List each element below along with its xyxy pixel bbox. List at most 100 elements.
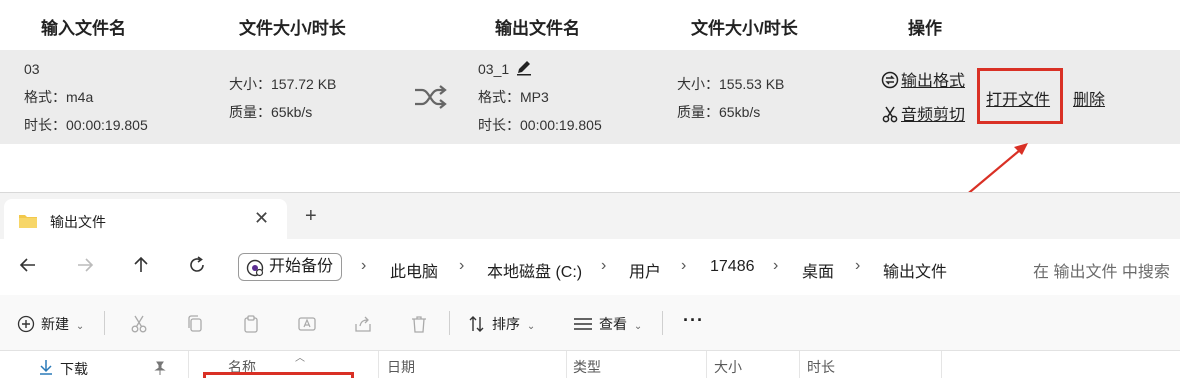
column-header-size[interactable]: 大小	[714, 357, 742, 377]
search-placeholder: 在 输出文件 中搜索	[1033, 264, 1170, 281]
file-explorer-window: 输出文件 ✕ + 开始备份 › 此电脑 › 本地磁盘 (C:) › 用户 › 1…	[0, 192, 1180, 378]
download-icon	[40, 360, 52, 375]
column-separator[interactable]	[941, 351, 942, 378]
chevron-down-icon: ⌄	[526, 321, 536, 332]
column-header-date[interactable]: 日期	[387, 357, 415, 377]
cut-icon[interactable]	[129, 314, 149, 334]
new-button[interactable]: 新建 ⌄	[17, 314, 84, 334]
scissors-icon	[882, 106, 898, 123]
output-format-button[interactable]: 输出格式	[881, 67, 965, 91]
audio-cut-label: 音频剪切	[901, 107, 966, 124]
chevron-right-icon: ›	[681, 257, 687, 274]
converter-app: 输入文件名 文件大小/时长 输出文件名 文件大小/时长 操作 03 格式：m4a…	[0, 0, 1180, 208]
address-bar[interactable]: 开始备份 › 此电脑 › 本地磁盘 (C:) › 用户 › 17486 › 桌面…	[232, 247, 1007, 285]
refresh-icon[interactable]	[187, 255, 207, 275]
input-file-format: 格式：m4a	[24, 89, 94, 105]
input-file-duration: 时长：00:00:19.805	[24, 117, 148, 133]
navigation-bar: 开始备份 › 此电脑 › 本地磁盘 (C:) › 用户 › 17486 › 桌面…	[0, 239, 1180, 295]
output-file-duration: 时长：00:00:19.805	[478, 117, 602, 133]
toolbar-separator	[662, 311, 663, 335]
output-file-format: 格式：MP3	[478, 89, 549, 105]
rename-icon[interactable]	[297, 314, 317, 334]
output-file-name: 03_1	[478, 61, 510, 77]
pane-divider	[188, 351, 189, 378]
toolbar-separator	[104, 311, 105, 335]
navigation-pane: 下载	[0, 351, 188, 378]
output-file-cell: 03_1 格式：MP3 时长：00:00:19.805	[478, 55, 602, 139]
search-box[interactable]: 在 输出文件 中搜索	[1017, 247, 1180, 285]
column-header-duration[interactable]: 时长	[807, 357, 835, 377]
command-bar: 新建 ⌄ 排序 ⌄ 查看 ⌄ ···	[0, 295, 1180, 351]
sort-button[interactable]: 排序 ⌄	[468, 314, 535, 334]
chevron-right-icon: ›	[601, 257, 607, 274]
sort-icon	[469, 316, 484, 332]
format-icon	[881, 71, 899, 89]
open-file-highlight	[977, 68, 1063, 124]
audio-cut-button[interactable]: 音频剪切	[881, 101, 965, 125]
breadcrumb-desktop[interactable]: 桌面	[802, 258, 834, 282]
folder-icon	[19, 215, 37, 228]
view-label: 查看	[599, 316, 627, 332]
convert-shuffle-icon	[415, 85, 447, 109]
breadcrumb-output-folder[interactable]: 输出文件	[883, 258, 947, 282]
column-header-type[interactable]: 类型	[573, 357, 601, 377]
chevron-right-icon: ›	[361, 257, 367, 274]
sort-asc-icon: ︿	[295, 353, 305, 364]
output-size: 大小：155.53 KB	[677, 76, 785, 92]
breadcrumb-users[interactable]: 用户	[629, 258, 661, 282]
pin-icon[interactable]	[152, 361, 166, 375]
column-separator[interactable]	[706, 351, 707, 378]
toolbar-separator	[449, 311, 450, 335]
start-backup-button[interactable]: 开始备份	[238, 253, 343, 281]
rename-pencil-icon[interactable]	[515, 58, 533, 76]
chevron-right-icon: ›	[459, 257, 465, 274]
column-separator[interactable]	[566, 351, 567, 378]
forward-icon[interactable]	[75, 255, 95, 275]
breadcrumb-user-17486[interactable]: 17486	[710, 258, 755, 276]
column-separator[interactable]	[378, 351, 379, 378]
tab-title: 输出文件	[50, 214, 106, 230]
close-tab-icon[interactable]: ✕	[254, 208, 269, 229]
more-options-button[interactable]: ···	[683, 310, 704, 331]
new-tab-button[interactable]: +	[305, 205, 317, 228]
copy-icon[interactable]	[185, 314, 205, 334]
up-icon[interactable]	[131, 255, 151, 275]
header-input-name: 输入文件名	[41, 19, 126, 38]
file-highlight-box	[203, 372, 354, 378]
plus-circle-icon	[17, 315, 35, 333]
column-separator[interactable]	[799, 351, 800, 378]
chevron-down-icon: ⌄	[633, 321, 643, 332]
delete-icon[interactable]	[409, 314, 429, 334]
output-format-label: 输出格式	[901, 73, 966, 90]
breadcrumb-local-disk[interactable]: 本地磁盘 (C:)	[487, 258, 582, 282]
input-quality: 质量：65kb/s	[229, 104, 313, 120]
start-backup-label: 开始备份	[269, 258, 334, 275]
view-button[interactable]: 查看 ⌄	[573, 314, 642, 334]
input-info-cell: 大小：157.72 KB 质量：65kb/s	[229, 70, 336, 126]
input-file-name: 03	[24, 61, 40, 77]
back-icon[interactable]	[18, 255, 38, 275]
header-output-name: 输出文件名	[495, 19, 580, 38]
view-lines-icon	[574, 318, 592, 330]
breadcrumb-this-pc[interactable]: 此电脑	[390, 258, 438, 282]
new-label: 新建	[41, 316, 69, 332]
backup-cloud-icon	[246, 259, 264, 277]
header-output-size-duration: 文件大小/时长	[691, 19, 798, 38]
output-quality: 质量：65kb/s	[677, 104, 761, 120]
chevron-right-icon: ›	[773, 257, 779, 274]
header-size-duration: 文件大小/时长	[239, 19, 346, 38]
output-info-cell: 大小：155.53 KB 质量：65kb/s	[677, 70, 784, 126]
input-size: 大小：157.72 KB	[229, 76, 337, 92]
nav-item-downloads[interactable]: 下载	[60, 359, 88, 378]
share-icon[interactable]	[353, 314, 373, 334]
tab-output-folder[interactable]: 输出文件 ✕	[4, 199, 287, 241]
chevron-right-icon: ›	[855, 257, 861, 274]
delete-button[interactable]: 删除	[1073, 86, 1105, 110]
file-list-area: 下载 ︿ 名称 日期 类型 大小 时长	[0, 351, 1180, 378]
file-list-header: 输入文件名 文件大小/时长 输出文件名 文件大小/时长 操作	[0, 0, 1180, 50]
chevron-down-icon: ⌄	[75, 321, 85, 332]
sort-label: 排序	[492, 316, 520, 332]
header-actions: 操作	[908, 19, 942, 38]
paste-icon[interactable]	[241, 314, 261, 334]
input-file-cell: 03 格式：m4a 时长：00:00:19.805	[24, 55, 148, 139]
